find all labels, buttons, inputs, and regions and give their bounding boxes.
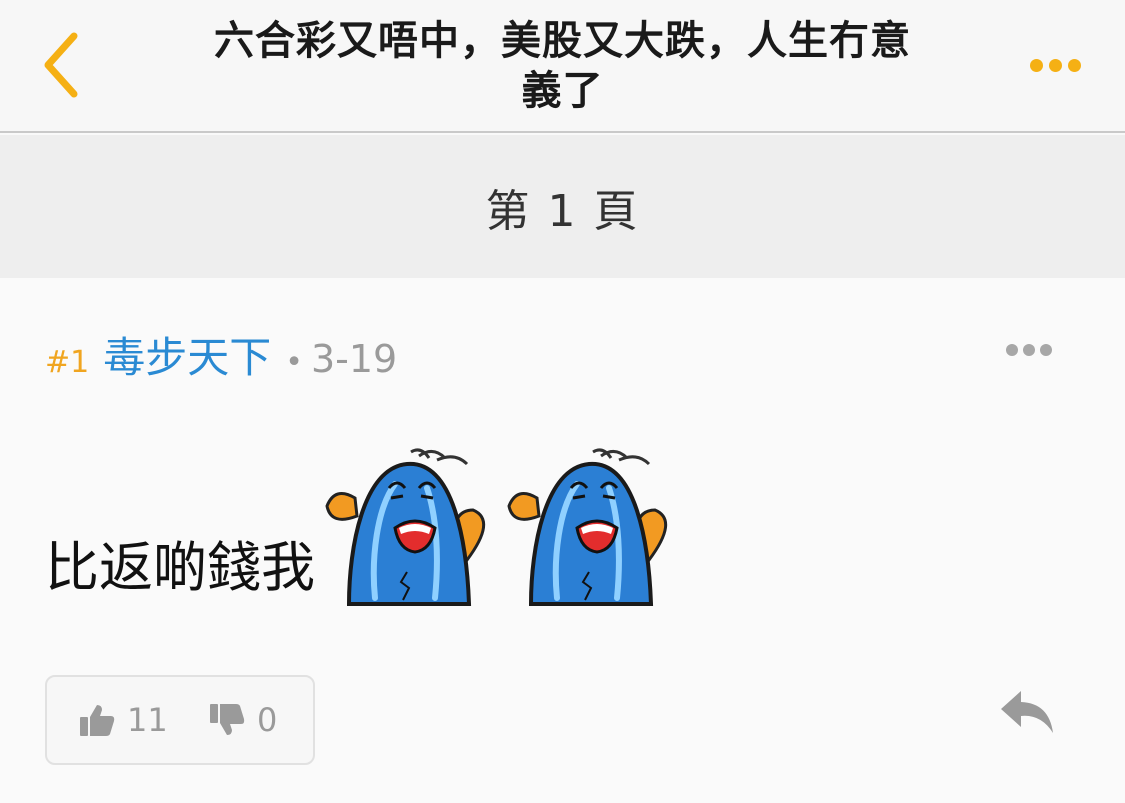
- post-more-button[interactable]: [995, 334, 1063, 366]
- thumbs-up-icon: [80, 705, 115, 736]
- ellipsis-horizontal-icon: [1029, 58, 1043, 72]
- reply-arrow-icon: [1001, 691, 1053, 733]
- post-meta: #1 毒步天下 • 3-19: [45, 324, 397, 382]
- reply-button[interactable]: [992, 682, 1062, 742]
- top-navigation-bar: 六合彩又唔中，美股又大跌，人生冇意 義了: [0, 0, 1125, 133]
- dislike-count: 0: [257, 701, 278, 739]
- post-content: 比返啲錢我: [45, 448, 683, 608]
- thread-title: 六合彩又唔中，美股又大跌，人生冇意 義了: [150, 16, 975, 116]
- page-label: 第 1 頁: [485, 185, 640, 237]
- ellipsis-horizontal-icon: [1006, 344, 1018, 356]
- post-text: 比返啲錢我: [45, 536, 315, 599]
- crying-blue-creature-sticker: [507, 448, 668, 606]
- chevron-left-icon: [44, 32, 78, 98]
- like-count: 11: [127, 701, 168, 739]
- post-date: 3-19: [310, 337, 398, 381]
- thread-title-line-2: 義了: [521, 68, 604, 114]
- like-button[interactable]: 11: [79, 677, 168, 763]
- meta-separator: •: [285, 345, 303, 380]
- reply-post: #1 毒步天下 • 3-19 比返啲錢我 11 0: [0, 278, 1125, 803]
- username-link[interactable]: 毒步天下: [103, 324, 271, 385]
- vote-box: 11 0: [45, 675, 315, 765]
- crying-blue-creature-sticker: [325, 448, 486, 606]
- dislike-button[interactable]: 0: [209, 677, 277, 763]
- post-number: #1: [45, 345, 90, 380]
- back-button[interactable]: [30, 30, 90, 100]
- thumbs-down-icon: [210, 704, 245, 735]
- thread-more-button[interactable]: [1015, 45, 1095, 85]
- thread-title-line-1: 六合彩又唔中，美股又大跌，人生冇意: [214, 18, 911, 64]
- page-indicator: 第 1 頁: [0, 135, 1125, 278]
